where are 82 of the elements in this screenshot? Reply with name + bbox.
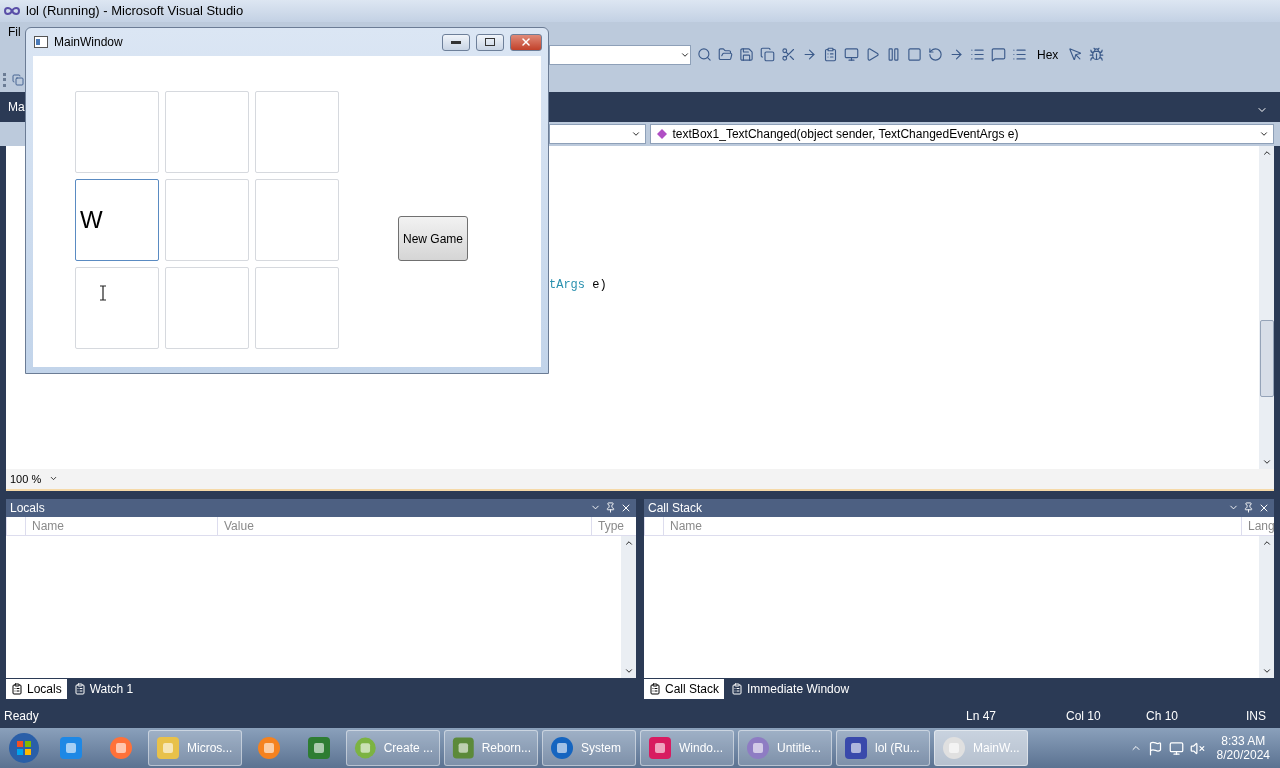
scissors-icon[interactable]	[781, 47, 796, 63]
list-icon[interactable]	[970, 47, 985, 63]
status-text: Ln 47	[966, 709, 998, 724]
text-box[interactable]: W	[75, 179, 159, 261]
taskbar-button[interactable]: System	[542, 730, 636, 767]
list-icon	[731, 683, 744, 696]
play-icon[interactable]	[865, 47, 880, 63]
app-icon	[647, 735, 673, 762]
taskbar-button[interactable]: Untitle...	[738, 730, 832, 767]
pointer-icon[interactable]	[1068, 47, 1084, 63]
close-button[interactable]	[510, 33, 542, 51]
app-icon	[843, 735, 869, 762]
column-header[interactable]: Value	[217, 516, 591, 535]
toolbar-grip-icon[interactable]	[3, 72, 9, 87]
column-header[interactable]: Name	[25, 516, 217, 535]
flag-icon[interactable]	[1147, 740, 1163, 756]
taskbar-button[interactable]: Micros...	[148, 730, 242, 767]
arrow-icon[interactable]	[802, 47, 817, 63]
minimize-button[interactable]	[442, 33, 470, 51]
maximize-button[interactable]	[476, 33, 504, 51]
pin-icon[interactable]	[605, 502, 616, 514]
panel-tab[interactable]: Watch 1	[68, 679, 139, 700]
text-cursor-icon	[99, 285, 107, 301]
restart-icon[interactable]	[928, 47, 943, 63]
list-icon[interactable]	[1012, 47, 1027, 63]
minimize-icon	[451, 40, 461, 44]
toolbar-dropdown[interactable]	[549, 44, 691, 65]
status-text: Col 10	[1066, 709, 1102, 724]
column-header[interactable]: Name	[663, 516, 1241, 535]
step-icon[interactable]	[949, 47, 964, 63]
window-title: lol (Running) - Microsoft Visual Studio	[26, 3, 244, 19]
clock[interactable]: 8:33 AM 8/20/2024	[1210, 734, 1276, 763]
panel-tab[interactable]: Call Stack	[644, 679, 725, 700]
column-header[interactable]: Type	[591, 516, 636, 535]
pin-icon[interactable]	[1243, 502, 1254, 514]
stop-icon[interactable]	[907, 47, 922, 63]
panel-tab[interactable]: Immediate Window	[726, 679, 855, 700]
taskbar-button[interactable]: Create ...	[346, 730, 440, 767]
app-icon	[256, 735, 282, 762]
taskbar-button[interactable]: lol (Ru...	[836, 730, 930, 767]
zoom-dropdown[interactable]: 100 %	[6, 472, 59, 485]
status-text: INS	[1246, 709, 1267, 724]
status-text: Ready	[4, 709, 40, 724]
infinity-logo-icon	[4, 5, 20, 16]
app-icon	[58, 735, 84, 762]
muted-speaker-icon[interactable]	[1189, 740, 1205, 756]
status-text: Ch 10	[1146, 709, 1180, 724]
search-icon[interactable]	[697, 47, 712, 63]
member-dropdown[interactable]: textBox1_TextChanged(object sender, TextChangedEventArgs e)	[649, 123, 1274, 144]
panel-tab[interactable]: Locals	[6, 679, 67, 700]
network-icon[interactable]	[1168, 740, 1184, 756]
maximize-icon	[485, 38, 495, 46]
scrollbar[interactable]	[621, 535, 636, 679]
list-icon	[11, 683, 23, 696]
app-icon	[306, 735, 332, 762]
type-dropdown[interactable]	[549, 123, 646, 144]
list-icon	[649, 683, 661, 696]
copy-icon[interactable]	[760, 47, 775, 63]
document-icon[interactable]	[12, 73, 24, 86]
comment-icon[interactable]	[991, 47, 1006, 63]
menu-item[interactable]: Fil	[8, 24, 21, 39]
scrollbar-thumb[interactable]	[1260, 319, 1274, 397]
pause-icon[interactable]	[886, 47, 901, 63]
taskbar-button[interactable]: Windo...	[640, 730, 734, 767]
list-icon	[73, 683, 86, 696]
scrollbar[interactable]	[1259, 145, 1274, 469]
taskbar-button[interactable]: Reborn...	[444, 730, 538, 767]
hex-button[interactable]: Hex	[1033, 47, 1063, 62]
app-icon	[155, 735, 181, 762]
code-line: tArgs e)	[549, 277, 607, 292]
bug-icon[interactable]	[1089, 47, 1105, 63]
scrollbar[interactable]	[1259, 535, 1274, 679]
new-game-button[interactable]: New Game	[398, 216, 468, 261]
save-icon[interactable]	[739, 47, 754, 63]
clipboard-icon[interactable]	[823, 47, 838, 63]
folder-icon[interactable]	[718, 47, 733, 63]
panel-title: Call Stack	[648, 500, 704, 515]
window-title: MainWindow	[54, 35, 124, 49]
document-tab[interactable]: Ma	[8, 99, 25, 122]
close-icon	[520, 36, 532, 48]
column-header[interactable]: Lang	[1241, 516, 1274, 535]
panel-title: Locals	[10, 500, 46, 515]
